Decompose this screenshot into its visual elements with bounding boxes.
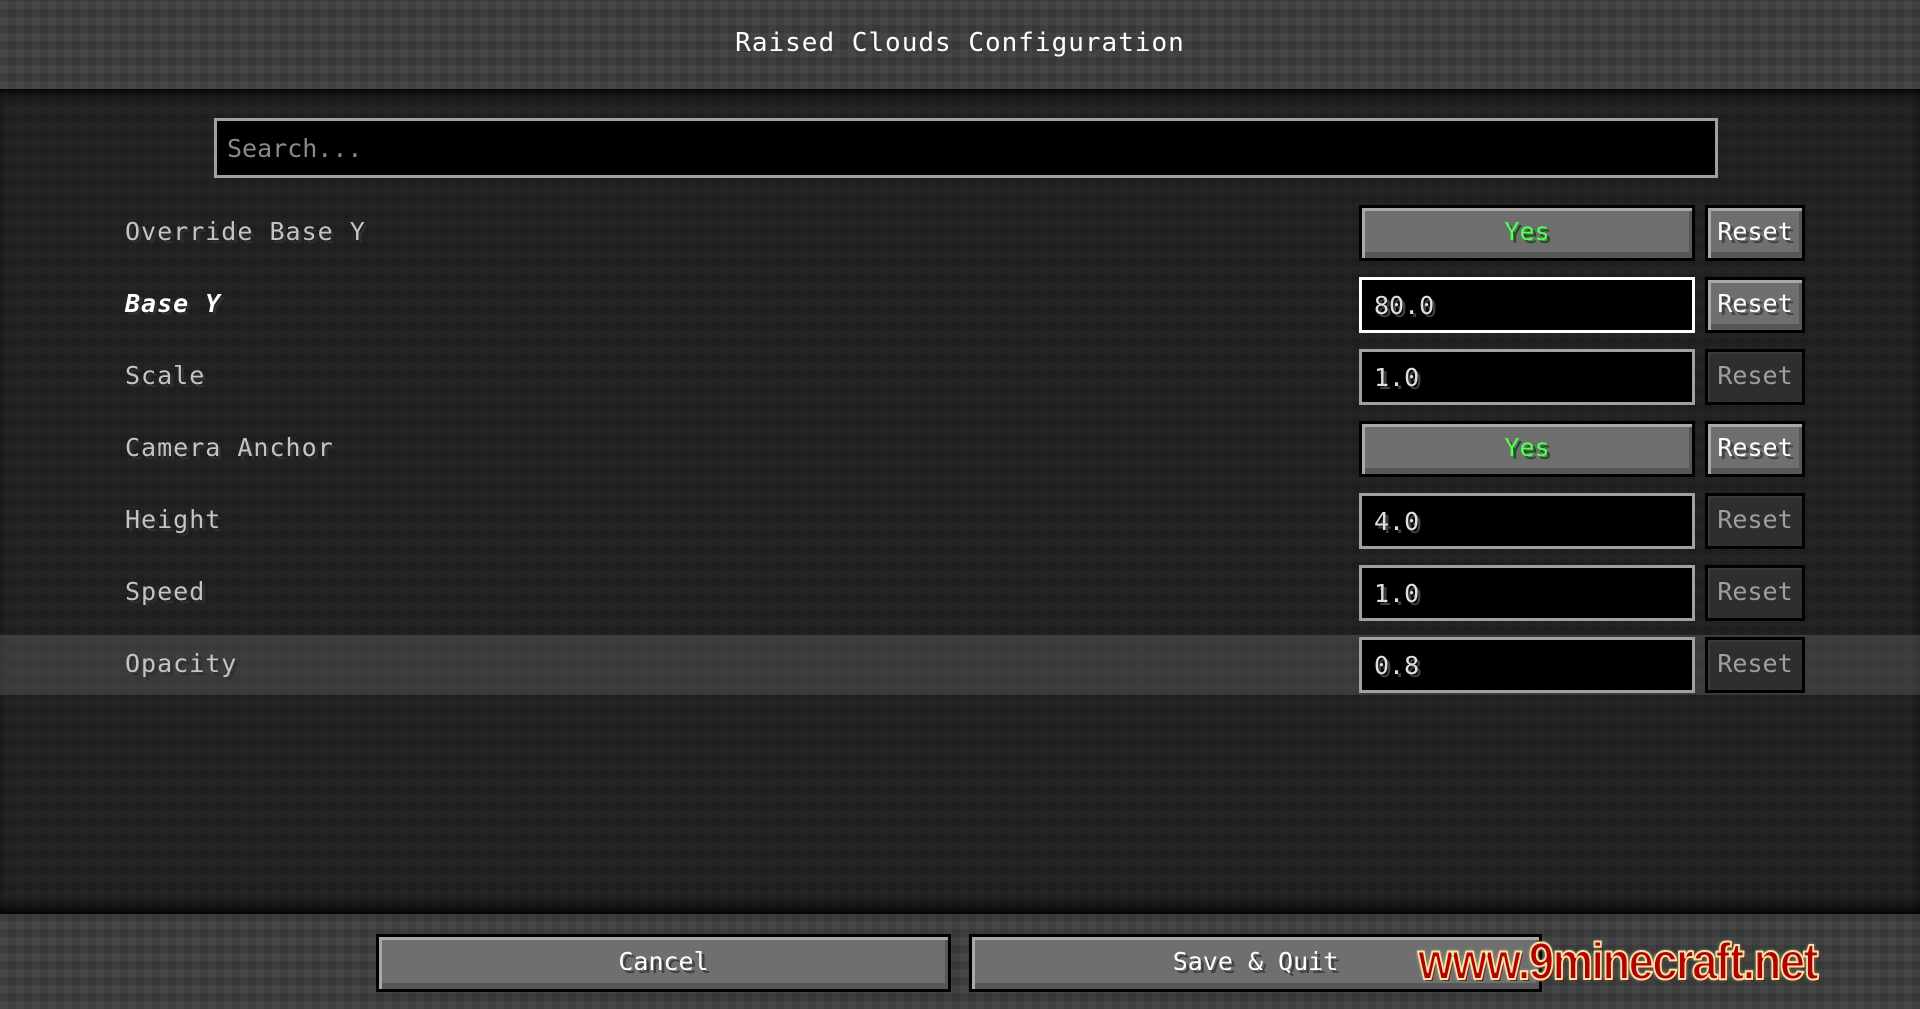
search-box[interactable] xyxy=(214,118,1718,178)
option-label: Base Y xyxy=(125,289,222,318)
speed-reset-button[interactable]: Reset xyxy=(1705,565,1805,621)
speed-input[interactable] xyxy=(1362,568,1692,618)
camera-anchor-toggle[interactable]: Yes xyxy=(1359,421,1695,477)
option-row-opacity: Opacity Reset xyxy=(0,635,1920,695)
cancel-button[interactable]: Cancel xyxy=(376,934,951,992)
height-input[interactable] xyxy=(1362,496,1692,546)
option-row-speed: Speed Reset xyxy=(0,563,1920,623)
option-label: Opacity xyxy=(125,649,238,678)
base-y-input[interactable] xyxy=(1362,280,1692,330)
opacity-reset-button[interactable]: Reset xyxy=(1705,637,1805,693)
option-row-height: Height Reset xyxy=(0,491,1920,551)
option-label: Override Base Y xyxy=(125,217,366,246)
option-row-scale: Scale Reset xyxy=(0,347,1920,407)
option-row-camera-anchor: Camera Anchor Yes Reset xyxy=(0,419,1920,479)
opacity-field[interactable] xyxy=(1359,637,1695,693)
height-field[interactable] xyxy=(1359,493,1695,549)
base-y-field[interactable] xyxy=(1359,277,1695,333)
height-reset-button[interactable]: Reset xyxy=(1705,493,1805,549)
watermark-logo: www.9minecraft.net xyxy=(1417,932,1819,992)
option-row-override-base-y: Override Base Y Yes Reset xyxy=(0,203,1920,263)
base-y-reset-button[interactable]: Reset xyxy=(1705,277,1805,333)
option-label: Speed xyxy=(125,577,206,606)
header-bar: Raised Clouds Configuration xyxy=(0,0,1920,89)
search-input[interactable] xyxy=(217,121,1715,175)
screen-title: Raised Clouds Configuration xyxy=(735,28,1185,58)
option-label: Camera Anchor xyxy=(125,433,334,462)
option-label: Height xyxy=(125,505,222,534)
option-row-base-y: Base Y Reset xyxy=(0,275,1920,335)
scale-reset-button[interactable]: Reset xyxy=(1705,349,1805,405)
opacity-input[interactable] xyxy=(1362,640,1692,690)
override-base-y-reset-button[interactable]: Reset xyxy=(1705,205,1805,261)
camera-anchor-reset-button[interactable]: Reset xyxy=(1705,421,1805,477)
option-label: Scale xyxy=(125,361,206,390)
override-base-y-toggle[interactable]: Yes xyxy=(1359,205,1695,261)
scale-input[interactable] xyxy=(1362,352,1692,402)
scale-field[interactable] xyxy=(1359,349,1695,405)
speed-field[interactable] xyxy=(1359,565,1695,621)
